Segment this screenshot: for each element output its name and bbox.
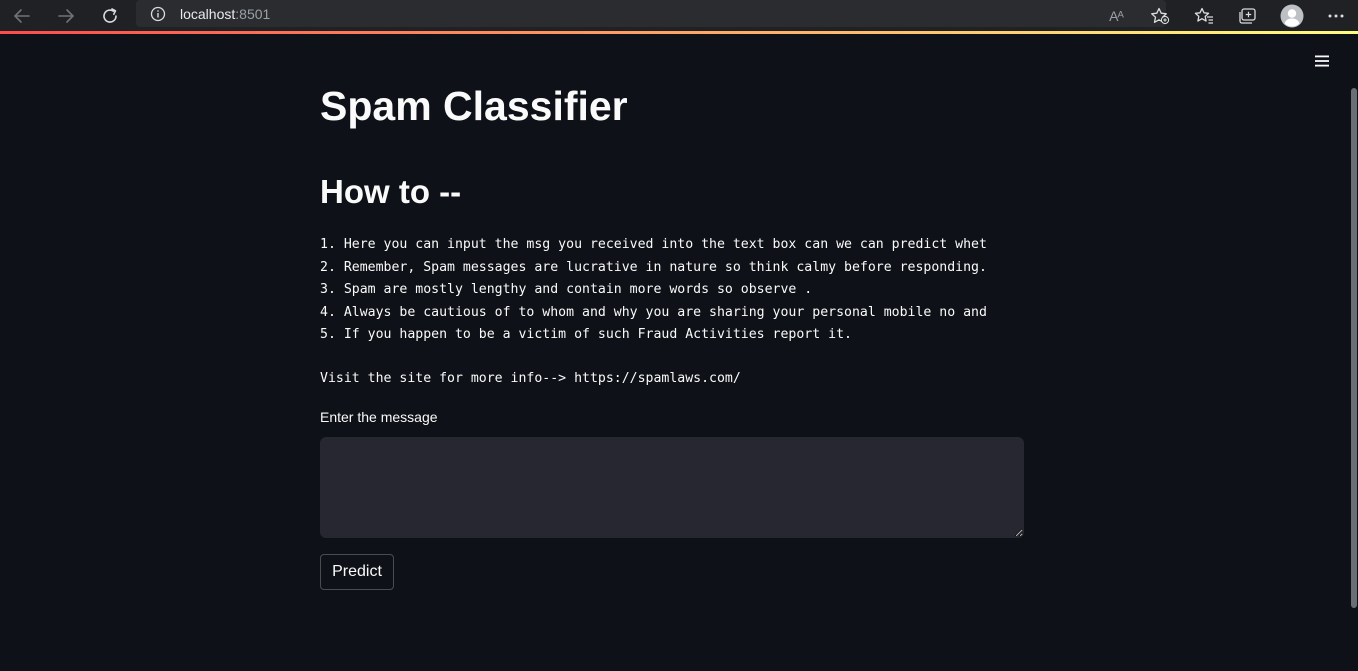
- header-decoration-bar: [0, 31, 1358, 34]
- more-menu-button[interactable]: [1314, 0, 1358, 31]
- collections-button[interactable]: [1226, 0, 1270, 31]
- predict-button[interactable]: Predict: [320, 554, 394, 590]
- page-title: Spam Classifier: [320, 83, 628, 129]
- url-port: :8501: [235, 5, 271, 22]
- add-favorite-button[interactable]: [1138, 0, 1182, 31]
- collections-icon: [1239, 7, 1256, 24]
- refresh-icon: [103, 7, 117, 23]
- read-aloud-button[interactable]: Aᴬ: [1094, 0, 1138, 31]
- url-host: localhost: [180, 5, 236, 22]
- more-horizontal-icon: [1328, 14, 1344, 17]
- instruction-line: 2. Remember, Spam messages are lucrative…: [320, 259, 987, 275]
- url-text: localhost:8501: [180, 6, 270, 22]
- instructions-block: 1. Here you can input the msg you receiv…: [320, 234, 1024, 391]
- browser-actions: Aᴬ: [1094, 0, 1358, 31]
- arrow-right-icon: [58, 8, 75, 23]
- instruction-line: 4. Always be cautious of to whom and why…: [320, 304, 987, 320]
- instruction-line: 5. If you happen to be a victim of such …: [320, 327, 852, 342]
- message-input[interactable]: [320, 437, 1024, 538]
- avatar-icon: [1280, 4, 1304, 27]
- favorites-icon: [1194, 7, 1213, 24]
- refresh-button[interactable]: [88, 0, 132, 31]
- instruction-line: 1. Here you can input the msg you receiv…: [320, 237, 987, 252]
- info-icon: [150, 6, 166, 21]
- site-info-button[interactable]: [136, 6, 180, 22]
- address-bar[interactable]: localhost:8501: [136, 0, 1166, 27]
- back-button[interactable]: [0, 0, 44, 31]
- star-plus-icon: [1151, 7, 1170, 24]
- section-heading: How to --: [320, 173, 462, 210]
- message-input-label: Enter the message: [320, 409, 438, 425]
- hamburger-menu-icon: [1315, 55, 1329, 67]
- browser-toolbar: localhost:8501 Aᴬ: [0, 0, 1358, 31]
- forward-button[interactable]: [44, 0, 88, 31]
- page-scrollbar[interactable]: [1351, 88, 1357, 608]
- instruction-line: 3. Spam are mostly lengthy and contain m…: [320, 282, 813, 297]
- arrow-left-icon: [13, 8, 30, 23]
- main-menu-button[interactable]: [1310, 50, 1334, 72]
- read-aloud-icon: Aᴬ: [1109, 7, 1124, 24]
- visit-site-line: Visit the site for more info--> https://…: [320, 371, 741, 386]
- profile-button[interactable]: [1270, 0, 1314, 31]
- favorites-button[interactable]: [1182, 0, 1226, 31]
